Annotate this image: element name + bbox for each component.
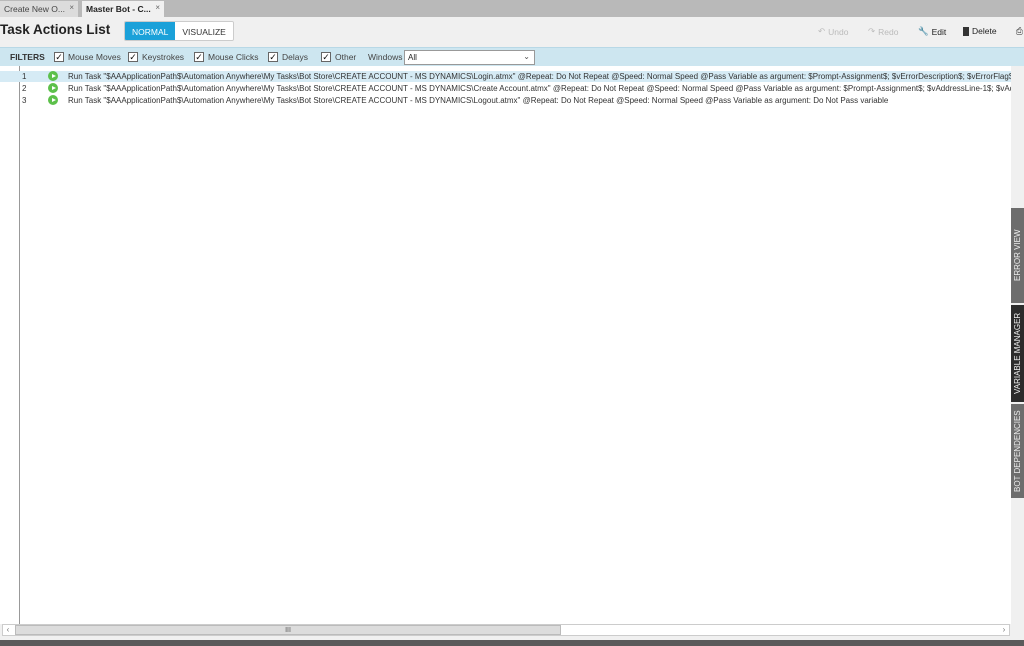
undo-label: Undo: [828, 26, 849, 37]
undo-icon: ↶: [818, 26, 826, 36]
action-row[interactable]: 3 Run Task "$AAApplicationPath$\Automatio…: [0, 95, 1011, 106]
delete-label: Delete: [972, 26, 997, 36]
side-tab-error-view[interactable]: ERROR VIEW: [1011, 208, 1024, 303]
line-number: 1: [22, 72, 27, 81]
export-icon: ⎙: [1016, 26, 1023, 36]
tab-label: Create New O...: [4, 4, 65, 14]
side-tab-variable-manager[interactable]: VARIABLE MANAGER: [1011, 305, 1024, 402]
bottom-bar: [0, 640, 1024, 646]
undo-button[interactable]: ↶ Undo: [818, 26, 848, 37]
edit-label: Edit: [931, 26, 947, 37]
wrench-icon: 🔧: [918, 26, 929, 36]
filter-label: Mouse Moves: [68, 52, 121, 62]
scroll-left-icon[interactable]: ‹: [3, 625, 13, 634]
close-icon[interactable]: ×: [155, 3, 160, 12]
delete-button[interactable]: Delete: [963, 26, 997, 36]
filters-bar: FILTERS ✓ Mouse Moves ✓ Keystrokes ✓ Mouse …: [0, 47, 1024, 66]
filter-label: Other: [335, 52, 357, 62]
line-number: 2: [22, 84, 27, 93]
tab-label: Master Bot - C...: [86, 4, 151, 14]
filter-label: Keystrokes: [142, 52, 185, 62]
filter-mouse-moves[interactable]: ✓ Mouse Moves: [54, 52, 121, 62]
tab-bar: Create New O... × Master Bot - C... ×: [0, 0, 1024, 17]
visualize-view-button[interactable]: VISUALIZE: [175, 22, 233, 40]
run-task-icon: [48, 95, 58, 105]
close-icon[interactable]: ×: [69, 3, 74, 12]
export-button[interactable]: ⎙: [1016, 26, 1023, 37]
filters-label: FILTERS: [10, 52, 45, 62]
filter-label: Delays: [282, 52, 308, 62]
run-task-icon: [48, 83, 58, 93]
line-number: 3: [22, 96, 27, 105]
horizontal-scrollbar[interactable]: ‹ III ›: [2, 624, 1010, 636]
scrollbar-thumb[interactable]: III: [15, 625, 561, 635]
filter-delays[interactable]: ✓ Delays: [268, 52, 308, 62]
task-actions-list: 1 Run Task "$AAApplicationPath$\Automatio…: [0, 66, 1011, 624]
redo-button[interactable]: ↷ Redo: [868, 26, 898, 37]
checkbox[interactable]: ✓: [54, 52, 64, 62]
redo-label: Redo: [878, 26, 899, 37]
line-gutter-divider: [19, 66, 20, 624]
tab-master-bot[interactable]: Master Bot - C... ×: [82, 1, 164, 17]
filter-label: Mouse Clicks: [208, 52, 259, 62]
chevron-down-icon: ⌄: [523, 52, 530, 61]
redo-icon: ↷: [868, 26, 876, 36]
action-row[interactable]: 2 Run Task "$AAApplicationPath$\Automatio…: [0, 83, 1011, 94]
action-text: Run Task "$AAApplicationPath$\Automation…: [68, 84, 1011, 93]
windows-select[interactable]: All ⌄: [404, 50, 535, 65]
windows-label: Windows: [368, 52, 403, 62]
checkbox[interactable]: ✓: [128, 52, 138, 62]
normal-view-button[interactable]: NORMAL: [125, 22, 176, 40]
side-tab-bot-dependencies[interactable]: BOT DEPENDENCIES: [1011, 404, 1024, 498]
action-text: Run Task "$AAApplicationPath$\Automation…: [68, 96, 889, 105]
action-row[interactable]: 1 Run Task "$AAApplicationPath$\Automatio…: [0, 71, 1011, 82]
filter-keystrokes[interactable]: ✓ Keystrokes: [128, 52, 184, 62]
checkbox[interactable]: ✓: [268, 52, 278, 62]
filter-other[interactable]: ✓ Other: [321, 52, 356, 62]
edit-button[interactable]: 🔧 Edit: [918, 26, 946, 37]
windows-value: All: [408, 53, 417, 62]
view-toggle: NORMAL VISUALIZE: [124, 21, 234, 41]
filter-mouse-clicks[interactable]: ✓ Mouse Clicks: [194, 52, 259, 62]
tab-create-new[interactable]: Create New O... ×: [0, 1, 78, 17]
checkbox[interactable]: ✓: [194, 52, 204, 62]
scroll-right-icon[interactable]: ›: [999, 625, 1009, 634]
checkbox[interactable]: ✓: [321, 52, 331, 62]
run-task-icon: [48, 71, 58, 81]
page-title: Task Actions List: [0, 22, 111, 37]
action-text: Run Task "$AAApplicationPath$\Automation…: [68, 72, 1011, 81]
trash-icon: [963, 26, 969, 36]
